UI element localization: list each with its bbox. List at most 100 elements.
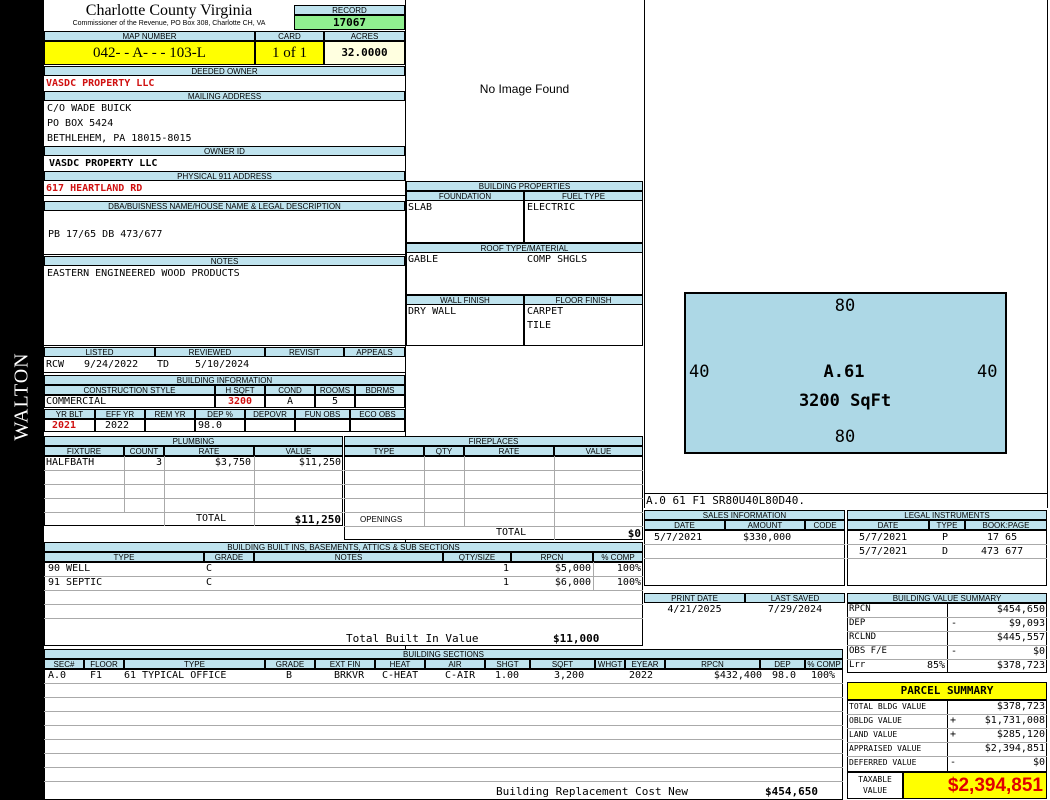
legal-row-2-type: D [942, 546, 949, 557]
legal-row-2-bookpage: 473 677 [981, 546, 1024, 557]
effyr-header: EFF YR [95, 409, 145, 419]
built-in-row-2-comp: 100% [616, 577, 641, 588]
building-info-header: BUILDING INFORMATION [44, 375, 405, 385]
sales-row-date: 5/7/2021 [654, 532, 703, 543]
value-summary-header: BUILDING VALUE SUMMARY [847, 593, 1047, 603]
legal-col-bookpage: BOOK:PAGE [965, 520, 1047, 530]
ps-deferred-value: $0 [1032, 757, 1045, 768]
sales-col-amount: AMOUNT [725, 520, 805, 530]
notes-value: EASTERN ENGINEERED WOOD PRODUCTS [47, 268, 240, 279]
side-label: WALTON [10, 352, 33, 441]
ps-appraised-value: $2,394,851 [984, 743, 1045, 754]
built-in-row-1-grade: C [206, 563, 213, 574]
section-row-type: 61 TYPICAL OFFICE [124, 670, 227, 681]
vs-obs-value: $0 [1032, 646, 1045, 657]
dep-value: 98.0 [198, 420, 223, 431]
sales-row-amount: $330,000 [743, 532, 792, 543]
ps-land-value: $285,120 [996, 729, 1045, 740]
dep-header: DEP % [195, 409, 245, 419]
built-ins-col-type: TYPE [44, 552, 204, 562]
built-in-row-1-rpcn: $5,000 [554, 563, 591, 574]
built-ins-total-value: $11,000 [553, 632, 600, 645]
last-saved-value: 7/29/2024 [767, 604, 823, 615]
ps-land-label: LAND VALUE [849, 730, 898, 739]
legal-instruments-header: LEGAL INSTRUMENTS [847, 510, 1047, 520]
vs-rclnd-label: RCLND [849, 632, 877, 642]
built-in-row-2-grade: C [206, 577, 213, 588]
floor-finish-value-2: TILE [527, 320, 552, 331]
deeded-owner-value: VASDC PROPERTY LLC [46, 78, 155, 89]
sections-col-floor: FLOOR [84, 659, 124, 669]
ps-appraised-label: APPRAISED VALUE [849, 744, 922, 753]
vs-lrr-label: Lrr [849, 660, 866, 670]
notes-header: NOTES [44, 256, 405, 266]
floor-finish-value-1: CARPET [527, 306, 564, 317]
plumbing-header: PLUMBING [44, 436, 343, 446]
listed-date: 9/24/2022 [84, 359, 139, 370]
foundation-value: SLAB [408, 202, 433, 213]
ecoobs-header: ECO OBS [350, 409, 405, 419]
plumbing-row-fixture: HALFBATH [46, 457, 95, 468]
sections-col-rpcn: RPCN [665, 659, 760, 669]
legal-row-1-type: P [942, 532, 949, 543]
fireplaces-col-rate: RATE [464, 446, 554, 456]
physical-address-header: PHYSICAL 911 ADDRESS [44, 171, 405, 181]
legal-description-value: PB 17/65 DB 473/677 [48, 229, 163, 240]
built-ins-col-comp: % COMP [593, 552, 643, 562]
fireplaces-total-value: $0 [627, 527, 641, 540]
plumbing-row-count: 3 [155, 457, 162, 468]
card-header: CARD [255, 31, 324, 41]
ps-total-bldg-label: TOTAL BLDG VALUE [849, 702, 927, 711]
mailing-line-1: C/O WADE BUICK [47, 103, 132, 114]
roof-type-value: GABLE [408, 254, 439, 265]
reviewed-date: 5/10/2024 [195, 359, 250, 370]
print-date-header: PRINT DATE [644, 593, 745, 603]
vs-rpcn-label: RPCN [849, 604, 871, 614]
print-date-value: 4/21/2025 [667, 604, 722, 615]
sections-col-shgt: SHGT [485, 659, 530, 669]
built-in-row-1-comp: 100% [616, 563, 641, 574]
taxable-value: $2,394,851 [903, 772, 1047, 799]
listed-header: LISTED [44, 347, 155, 357]
legal-row-2-date: 5/7/2021 [859, 546, 908, 557]
fireplaces-col-value: VALUE [554, 446, 643, 456]
sketch-left-dim: 40 [689, 362, 710, 382]
ps-deferred-label: DEFERRED VALUE [849, 758, 917, 767]
deeded-owner-header: DEEDED OWNER [44, 66, 405, 76]
yrblt-header: YR BLT [44, 409, 95, 419]
section-row-sec: A.0 [48, 670, 67, 681]
funobs-header: FUN OBS [295, 409, 350, 419]
map-number-value: 042- - A- - - 103-L [44, 41, 255, 65]
bdrms-header: BDRMS [355, 385, 405, 395]
cond-header: COND [265, 385, 315, 395]
built-ins-total-label: Total Built In Value [346, 632, 479, 645]
built-in-row-1-qty: 1 [502, 563, 509, 574]
vs-rpcn-value: $454,650 [996, 604, 1045, 615]
mailing-address-header: MAILING ADDRESS [44, 91, 405, 101]
built-ins-col-qty: QTY/SIZE [443, 552, 511, 562]
vs-rclnd-value: $445,557 [996, 632, 1045, 643]
built-in-row-2-rpcn: $6,000 [554, 577, 591, 588]
built-ins-col-rpcn: RPCN [511, 552, 593, 562]
no-image-text: No Image Found [479, 82, 570, 96]
physical-address-value: 617 HEARTLAND RD [46, 183, 143, 194]
effyr-value: 2022 [105, 420, 130, 431]
legal-col-type: TYPE [929, 520, 965, 530]
sketch-footer: A.0 61 F1 SR80U40L80D40. [646, 494, 805, 507]
section-row-shgt: 1.00 [495, 670, 520, 681]
section-row-rpcn: $432,400 [713, 670, 762, 681]
side-strip: WALTON [0, 0, 44, 800]
parcel-summary-header: PARCEL SUMMARY [847, 682, 1047, 700]
taxable-label-1: TAXABLE [858, 775, 892, 784]
sections-col-whgt: WHGT [595, 659, 625, 669]
sections-total-value: $454,650 [765, 785, 818, 798]
construction-style-value: COMMERCIAL [46, 396, 107, 407]
owner-id-header: OWNER ID [44, 146, 405, 156]
sections-col-air: AIR [425, 659, 485, 669]
sections-col-eyear: EYEAR [625, 659, 665, 669]
vs-dep-label: DEP [849, 618, 866, 628]
plumbing-col-count: COUNT [124, 446, 164, 456]
ps-obldg-label: OBLDG VALUE [849, 716, 902, 725]
sections-col-dep: DEP [760, 659, 805, 669]
taxable-label-2: VALUE [862, 786, 888, 795]
